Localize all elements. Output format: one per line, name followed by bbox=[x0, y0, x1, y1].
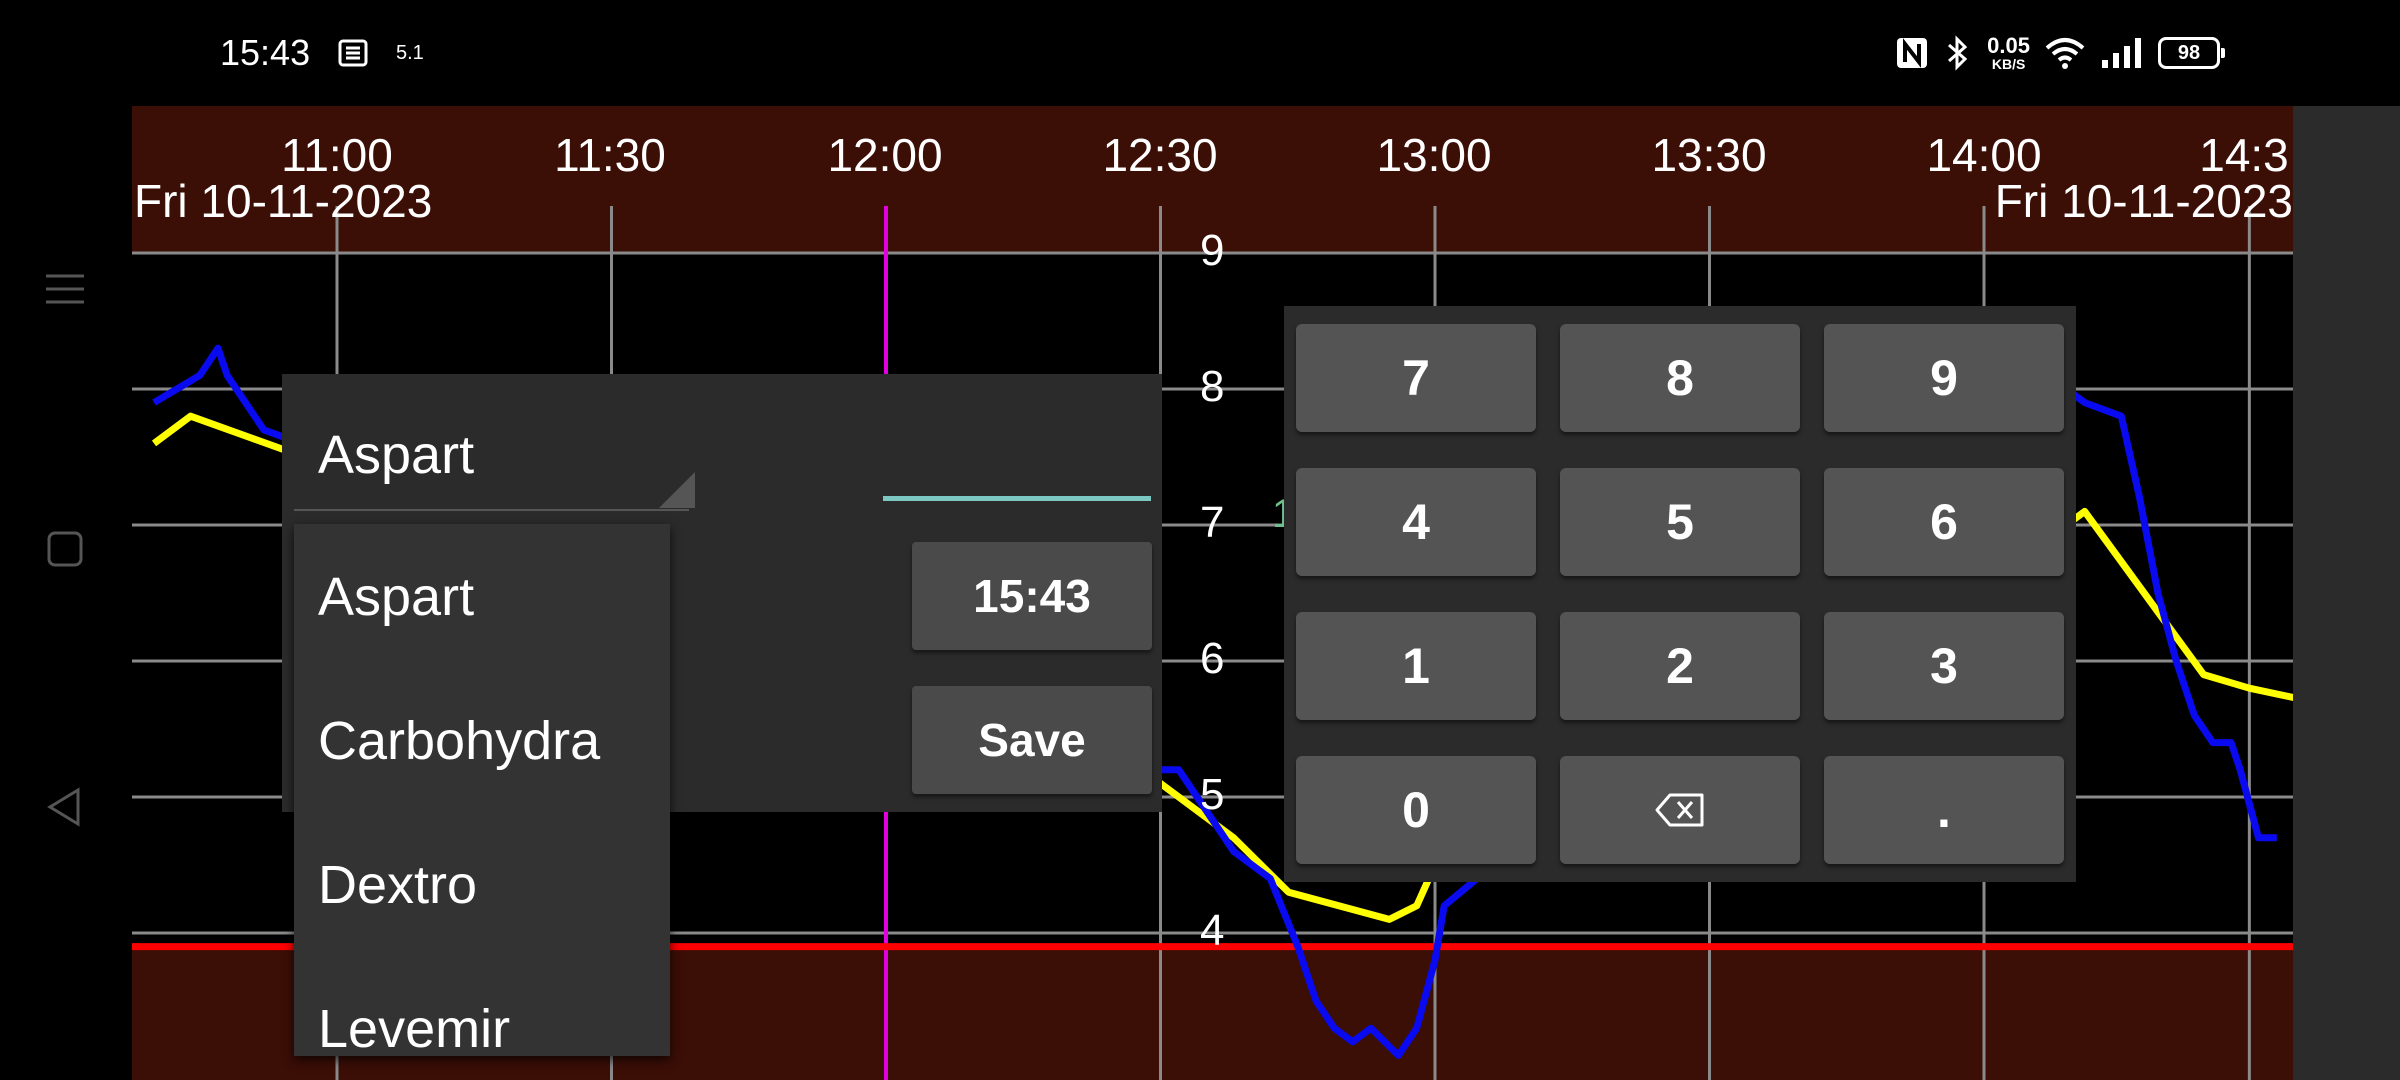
date-label-right: Fri 10-11-2023 bbox=[1994, 175, 2293, 227]
key-backspace[interactable] bbox=[1560, 756, 1800, 864]
key-0[interactable]: 0 bbox=[1296, 756, 1536, 864]
menu-icon[interactable] bbox=[40, 264, 90, 314]
notification-list-icon bbox=[338, 39, 368, 67]
y-tick-label: 7 bbox=[1200, 498, 1225, 547]
network-speed-unit: KB/S bbox=[1991, 56, 2026, 72]
key-3[interactable]: 3 bbox=[1824, 612, 2064, 720]
key-2[interactable]: 2 bbox=[1560, 612, 1800, 720]
type-spinner-value: Aspart bbox=[318, 425, 475, 485]
type-dropdown-list: Aspart Carbohydra Dextro Levemir bbox=[294, 524, 670, 1056]
spinner-underline bbox=[294, 509, 689, 511]
navigation-bar bbox=[0, 106, 132, 1080]
nfc-icon bbox=[1897, 38, 1928, 68]
bluetooth-icon bbox=[1948, 35, 1968, 71]
status-icons: 0.05 KB/S 98 bbox=[1895, 28, 2225, 78]
backspace-icon bbox=[1655, 793, 1704, 827]
x-tick-label: 11:30 bbox=[554, 129, 666, 181]
key-8[interactable]: 8 bbox=[1560, 324, 1800, 432]
save-button[interactable]: Save bbox=[912, 686, 1152, 794]
status-time: 15:43 bbox=[220, 32, 311, 73]
dropdown-option-levemir[interactable]: Levemir bbox=[318, 998, 510, 1056]
y-tick-label: 9 bbox=[1200, 226, 1225, 275]
key-7[interactable]: 7 bbox=[1296, 324, 1536, 432]
key-1[interactable]: 1 bbox=[1296, 612, 1536, 720]
back-triangle-icon[interactable] bbox=[40, 782, 90, 832]
signal-icon bbox=[2102, 38, 2141, 68]
status-bar: 15:43 5.1 0.05 KB/S 98 bbox=[0, 0, 2400, 106]
key-9[interactable]: 9 bbox=[1824, 324, 2064, 432]
x-tick-label: 12:00 bbox=[827, 129, 943, 181]
notification-count: 5.1 bbox=[396, 42, 424, 64]
y-tick-label: 5 bbox=[1200, 770, 1225, 819]
network-speed: 0.05 KB/S bbox=[1987, 33, 2030, 72]
time-button[interactable]: 15:43 bbox=[912, 542, 1152, 650]
dropdown-option-carbohydrate[interactable]: Carbohydra bbox=[318, 710, 600, 772]
key-decimal[interactable]: . bbox=[1824, 756, 2064, 864]
amount-input[interactable] bbox=[883, 496, 1151, 501]
x-tick-label: 13:30 bbox=[1651, 129, 1767, 181]
y-tick-label: 6 bbox=[1200, 634, 1225, 683]
network-speed-value: 0.05 bbox=[1987, 33, 2030, 58]
wifi-icon bbox=[2045, 38, 2085, 69]
y-tick-label: 8 bbox=[1200, 362, 1225, 411]
battery-icon: 98 bbox=[2158, 37, 2225, 69]
dropdown-option-aspart[interactable]: Aspart bbox=[318, 566, 474, 628]
numeric-keypad: 7 8 9 4 5 6 1 2 3 0 . bbox=[1284, 306, 2076, 882]
dropdown-option-dextro[interactable]: Dextro bbox=[318, 854, 477, 916]
date-label-left: Fri 10-11-2023 bbox=[134, 175, 433, 227]
key-5[interactable]: 5 bbox=[1560, 468, 1800, 576]
key-4[interactable]: 4 bbox=[1296, 468, 1536, 576]
home-square-icon[interactable] bbox=[40, 524, 90, 574]
type-spinner[interactable]: Aspart bbox=[282, 374, 702, 514]
right-scroll-strip bbox=[2293, 106, 2400, 1080]
x-tick-label: 12:30 bbox=[1102, 129, 1218, 181]
y-tick-label: 4 bbox=[1200, 906, 1225, 955]
spinner-arrow-icon bbox=[659, 472, 695, 508]
x-tick-label: 13:00 bbox=[1376, 129, 1492, 181]
key-6[interactable]: 6 bbox=[1824, 468, 2064, 576]
battery-level: 98 bbox=[2177, 41, 2201, 64]
